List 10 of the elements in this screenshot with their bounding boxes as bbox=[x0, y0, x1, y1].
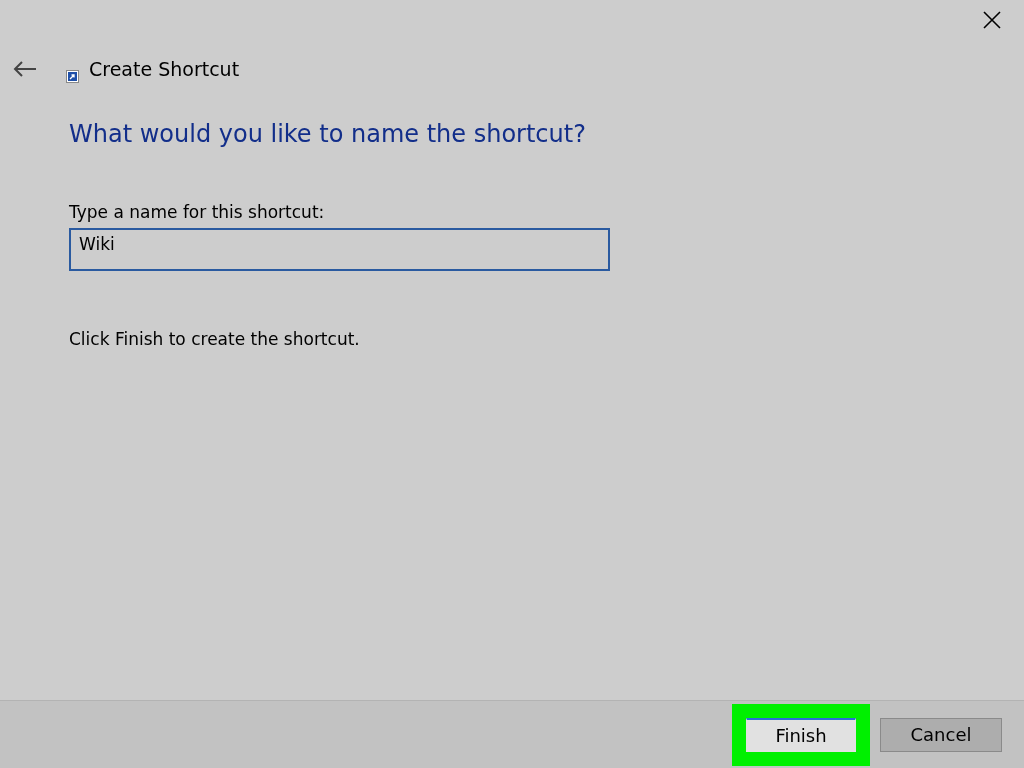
close-icon bbox=[983, 11, 1001, 29]
name-input-field[interactable]: Wiki bbox=[69, 228, 610, 271]
dialog-button[interactable]: Cancel bbox=[880, 717, 1002, 752]
instruction-text: Click Finish to create the shortcut. bbox=[69, 329, 360, 349]
dialog-button[interactable]: Finish bbox=[746, 717, 856, 752]
field-label: Type a name for this shortcut: bbox=[69, 202, 325, 222]
page-heading: What would you like to name the shortcut? bbox=[69, 120, 586, 148]
shortcut-icon bbox=[66, 69, 79, 83]
back-arrow-icon bbox=[13, 61, 37, 77]
window-title: Create Shortcut bbox=[89, 58, 240, 80]
